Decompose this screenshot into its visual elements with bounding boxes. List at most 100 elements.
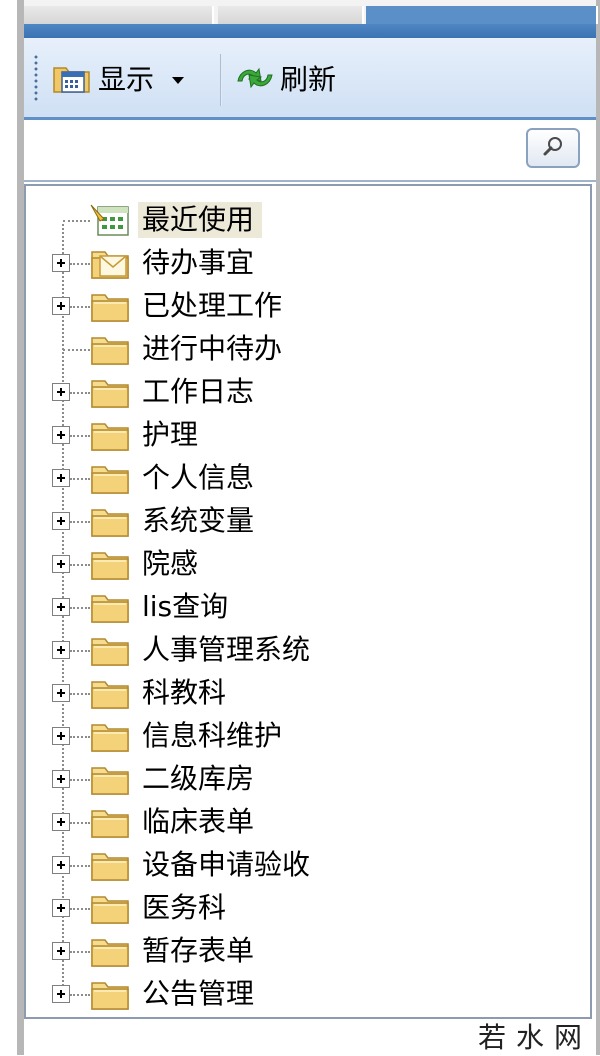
tree-connector [70, 822, 90, 824]
folder-icon [90, 547, 130, 581]
tree-item[interactable]: 进行中待办 [26, 329, 586, 369]
tree-item[interactable]: 公告管理 [26, 974, 586, 1014]
tree-item[interactable]: 临床表单 [26, 802, 586, 842]
expand-plus-icon[interactable] [52, 899, 70, 917]
tree-item-label: 公告管理 [142, 977, 255, 1010]
tab-underline [24, 24, 596, 38]
toolbar-grip-handle[interactable] [34, 54, 38, 102]
tree-item[interactable]: 暂存表单 [26, 931, 586, 971]
tree-item[interactable]: 待办事宜 [26, 243, 586, 283]
tree-item-label: 系统变量 [142, 504, 255, 537]
folder-icon [90, 633, 130, 667]
tree-connector [70, 865, 90, 867]
tree-item[interactable]: 院感 [26, 544, 586, 584]
tree-connector [70, 650, 90, 652]
expand-plus-icon[interactable] [52, 598, 70, 616]
expand-plus-icon[interactable] [52, 383, 70, 401]
search-button[interactable] [526, 128, 580, 168]
tab-2[interactable] [218, 6, 364, 24]
refresh-button-label: 刷新 [280, 63, 337, 96]
tree-connector [70, 521, 90, 523]
tree-connector [70, 564, 90, 566]
tree-item-label: 医务科 [142, 891, 227, 924]
folder-icon [90, 676, 130, 710]
expand-plus-icon[interactable] [52, 813, 70, 831]
tree-item-label: 工作日志 [142, 375, 255, 408]
tree-item-label: 最近使用 [138, 202, 263, 238]
refresh-icon [234, 63, 276, 93]
tree-connector [70, 263, 90, 265]
folder-icon [90, 289, 130, 323]
tree-item-label: 人事管理系统 [142, 633, 311, 666]
folder-tree: 最近使用待办事宜已处理工作进行中待办工作日志护理个人信息系统变量院感 lis查询人… [24, 184, 592, 1019]
tab-strip [24, 0, 598, 24]
tree-connector [63, 349, 90, 351]
search-input[interactable] [26, 126, 520, 174]
watermark-text: 若水网 [477, 1021, 592, 1054]
tree-connector [70, 306, 90, 308]
tree-connector [63, 220, 90, 222]
expand-plus-icon[interactable] [52, 512, 70, 530]
refresh-button[interactable]: 刷新 [234, 58, 336, 98]
expand-plus-icon[interactable] [52, 684, 70, 702]
folder-icon [90, 590, 130, 624]
tree-item[interactable]: 人事管理系统 [26, 630, 586, 670]
mail-folder-icon [90, 246, 130, 280]
folder-icon [90, 805, 130, 839]
tree-item[interactable]: 科教科 [26, 673, 586, 713]
tree-item-label: 已处理工作 [142, 289, 283, 322]
tab-1[interactable] [24, 6, 214, 24]
tree-item[interactable]: 最近使用 [26, 200, 586, 240]
chevron-down-icon[interactable] [172, 76, 185, 84]
folder-icon [90, 891, 130, 925]
tree-item[interactable]: 个人信息 [26, 458, 586, 498]
window-right-border [596, 0, 600, 1055]
tree-connector [70, 908, 90, 910]
expand-plus-icon[interactable] [52, 555, 70, 573]
tree-item-label: 护理 [142, 418, 199, 451]
tree-item-label: 进行中待办 [142, 332, 283, 365]
tree-connector [70, 693, 90, 695]
tree-connector [70, 478, 90, 480]
expand-plus-icon[interactable] [52, 856, 70, 874]
tree-item-label: lis查询 [142, 590, 229, 623]
tree-item-label: 暂存表单 [142, 934, 255, 967]
expand-plus-icon[interactable] [52, 297, 70, 315]
folder-icon [90, 332, 130, 366]
tree-connector [70, 435, 90, 437]
expand-plus-icon[interactable] [52, 641, 70, 659]
tree-item[interactable]: 系统变量 [26, 501, 586, 541]
window-left-border [0, 0, 24, 1055]
folder-icon [90, 375, 130, 409]
tree-connector [70, 736, 90, 738]
tree-item[interactable]: 医务科 [26, 888, 586, 928]
folder-icon [90, 719, 130, 753]
tree-item[interactable]: 已处理工作 [26, 286, 586, 326]
calendar-folder-icon [52, 60, 92, 96]
search-bar [24, 120, 596, 182]
tree-connector [70, 779, 90, 781]
tree-item-label: 设备申请验收 [142, 848, 311, 881]
show-button[interactable]: 显示 [52, 58, 185, 98]
expand-plus-icon[interactable] [52, 727, 70, 745]
search-icon [542, 135, 564, 161]
tree-item[interactable]: 二级库房 [26, 759, 586, 799]
expand-plus-icon[interactable] [52, 942, 70, 960]
tree-item-label: 信息科维护 [142, 719, 283, 752]
tree-item-label: 科教科 [142, 676, 227, 709]
folder-icon [90, 934, 130, 968]
tab-active[interactable] [366, 6, 598, 24]
tree-item[interactable]: 设备申请验收 [26, 845, 586, 885]
tree-item[interactable]: lis查询 [26, 587, 586, 627]
expand-plus-icon[interactable] [52, 426, 70, 444]
expand-plus-icon[interactable] [52, 469, 70, 487]
tree-item[interactable]: 护理 [26, 415, 586, 455]
tree-item[interactable]: 信息科维护 [26, 716, 586, 756]
expand-plus-icon[interactable] [52, 254, 70, 272]
tree-item[interactable]: 工作日志 [26, 372, 586, 412]
expand-plus-icon[interactable] [52, 985, 70, 1003]
toolbar-separator [220, 54, 222, 106]
tree-connector [70, 994, 90, 996]
tree-item-label: 二级库房 [142, 762, 255, 795]
expand-plus-icon[interactable] [52, 770, 70, 788]
